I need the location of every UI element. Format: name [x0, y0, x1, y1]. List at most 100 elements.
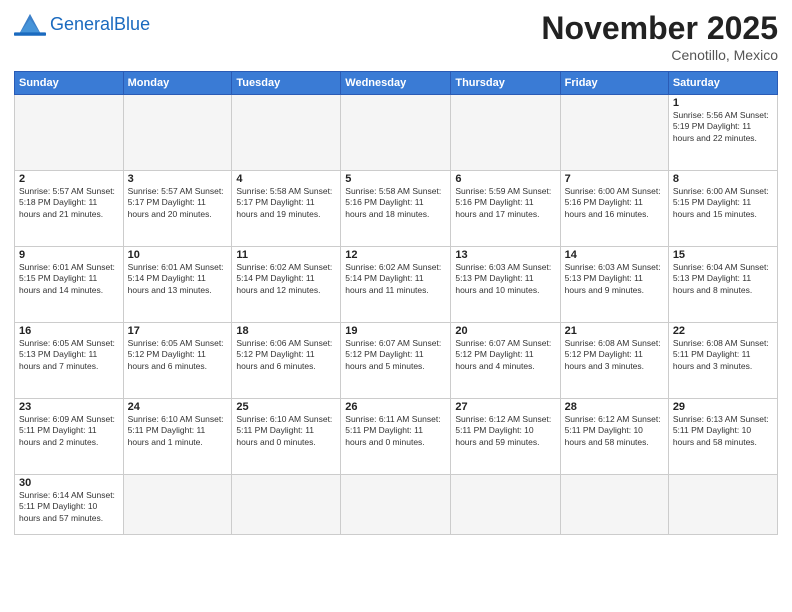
- day-info: Sunrise: 5:58 AM Sunset: 5:16 PM Dayligh…: [345, 186, 446, 220]
- month-title: November 2025: [541, 10, 778, 47]
- day-info: Sunrise: 6:12 AM Sunset: 5:11 PM Dayligh…: [565, 414, 664, 448]
- day-number: 8: [673, 173, 773, 185]
- table-cell: 29Sunrise: 6:13 AM Sunset: 5:11 PM Dayli…: [668, 399, 777, 475]
- header: GeneralBlue November 2025 Cenotillo, Mex…: [14, 10, 778, 63]
- table-cell: [123, 475, 232, 535]
- day-info: Sunrise: 6:01 AM Sunset: 5:15 PM Dayligh…: [19, 262, 119, 296]
- table-cell: 19Sunrise: 6:07 AM Sunset: 5:12 PM Dayli…: [341, 323, 451, 399]
- logo-blue: Blue: [114, 14, 150, 34]
- day-number: 15: [673, 249, 773, 261]
- table-cell: [560, 95, 668, 171]
- col-tuesday: Tuesday: [232, 72, 341, 95]
- day-number: 19: [345, 325, 446, 337]
- table-cell: [668, 475, 777, 535]
- day-info: Sunrise: 6:02 AM Sunset: 5:14 PM Dayligh…: [345, 262, 446, 296]
- day-number: 13: [455, 249, 555, 261]
- day-number: 30: [19, 477, 119, 489]
- table-cell: 27Sunrise: 6:12 AM Sunset: 5:11 PM Dayli…: [451, 399, 560, 475]
- day-info: Sunrise: 6:01 AM Sunset: 5:14 PM Dayligh…: [128, 262, 228, 296]
- day-info: Sunrise: 6:08 AM Sunset: 5:12 PM Dayligh…: [565, 338, 664, 372]
- day-number: 24: [128, 401, 228, 413]
- day-info: Sunrise: 6:02 AM Sunset: 5:14 PM Dayligh…: [236, 262, 336, 296]
- day-number: 9: [19, 249, 119, 261]
- day-info: Sunrise: 6:10 AM Sunset: 5:11 PM Dayligh…: [128, 414, 228, 448]
- col-sunday: Sunday: [15, 72, 124, 95]
- day-info: Sunrise: 6:03 AM Sunset: 5:13 PM Dayligh…: [455, 262, 555, 296]
- table-cell: [15, 95, 124, 171]
- col-thursday: Thursday: [451, 72, 560, 95]
- table-cell: 6Sunrise: 5:59 AM Sunset: 5:16 PM Daylig…: [451, 171, 560, 247]
- day-number: 22: [673, 325, 773, 337]
- table-cell: 3Sunrise: 5:57 AM Sunset: 5:17 PM Daylig…: [123, 171, 232, 247]
- col-wednesday: Wednesday: [341, 72, 451, 95]
- day-number: 1: [673, 97, 773, 109]
- table-cell: 13Sunrise: 6:03 AM Sunset: 5:13 PM Dayli…: [451, 247, 560, 323]
- table-cell: 12Sunrise: 6:02 AM Sunset: 5:14 PM Dayli…: [341, 247, 451, 323]
- day-number: 12: [345, 249, 446, 261]
- table-cell: 23Sunrise: 6:09 AM Sunset: 5:11 PM Dayli…: [15, 399, 124, 475]
- day-info: Sunrise: 6:06 AM Sunset: 5:12 PM Dayligh…: [236, 338, 336, 372]
- day-info: Sunrise: 6:07 AM Sunset: 5:12 PM Dayligh…: [345, 338, 446, 372]
- day-number: 16: [19, 325, 119, 337]
- day-info: Sunrise: 6:05 AM Sunset: 5:12 PM Dayligh…: [128, 338, 228, 372]
- day-info: Sunrise: 6:14 AM Sunset: 5:11 PM Dayligh…: [19, 490, 119, 524]
- day-number: 4: [236, 173, 336, 185]
- table-cell: [341, 95, 451, 171]
- col-friday: Friday: [560, 72, 668, 95]
- table-cell: [451, 475, 560, 535]
- table-cell: 22Sunrise: 6:08 AM Sunset: 5:11 PM Dayli…: [668, 323, 777, 399]
- table-cell: 1Sunrise: 5:56 AM Sunset: 5:19 PM Daylig…: [668, 95, 777, 171]
- day-info: Sunrise: 5:58 AM Sunset: 5:17 PM Dayligh…: [236, 186, 336, 220]
- day-number: 11: [236, 249, 336, 261]
- day-info: Sunrise: 6:10 AM Sunset: 5:11 PM Dayligh…: [236, 414, 336, 448]
- day-number: 18: [236, 325, 336, 337]
- logo-icon: [14, 10, 46, 38]
- table-cell: [232, 475, 341, 535]
- weekday-header-row: Sunday Monday Tuesday Wednesday Thursday…: [15, 72, 778, 95]
- day-number: 10: [128, 249, 228, 261]
- day-number: 7: [565, 173, 664, 185]
- day-info: Sunrise: 5:56 AM Sunset: 5:19 PM Dayligh…: [673, 110, 773, 144]
- logo-general: General: [50, 14, 114, 34]
- table-cell: 8Sunrise: 6:00 AM Sunset: 5:15 PM Daylig…: [668, 171, 777, 247]
- day-info: Sunrise: 6:13 AM Sunset: 5:11 PM Dayligh…: [673, 414, 773, 448]
- table-cell: 24Sunrise: 6:10 AM Sunset: 5:11 PM Dayli…: [123, 399, 232, 475]
- calendar: Sunday Monday Tuesday Wednesday Thursday…: [14, 71, 778, 535]
- table-cell: [232, 95, 341, 171]
- day-info: Sunrise: 5:59 AM Sunset: 5:16 PM Dayligh…: [455, 186, 555, 220]
- day-number: 29: [673, 401, 773, 413]
- day-info: Sunrise: 6:04 AM Sunset: 5:13 PM Dayligh…: [673, 262, 773, 296]
- title-block: November 2025 Cenotillo, Mexico: [541, 10, 778, 63]
- table-cell: 20Sunrise: 6:07 AM Sunset: 5:12 PM Dayli…: [451, 323, 560, 399]
- day-number: 14: [565, 249, 664, 261]
- day-info: Sunrise: 6:08 AM Sunset: 5:11 PM Dayligh…: [673, 338, 773, 372]
- page: GeneralBlue November 2025 Cenotillo, Mex…: [0, 0, 792, 612]
- table-cell: 18Sunrise: 6:06 AM Sunset: 5:12 PM Dayli…: [232, 323, 341, 399]
- table-cell: 17Sunrise: 6:05 AM Sunset: 5:12 PM Dayli…: [123, 323, 232, 399]
- col-saturday: Saturday: [668, 72, 777, 95]
- day-number: 25: [236, 401, 336, 413]
- day-info: Sunrise: 5:57 AM Sunset: 5:18 PM Dayligh…: [19, 186, 119, 220]
- day-info: Sunrise: 6:11 AM Sunset: 5:11 PM Dayligh…: [345, 414, 446, 448]
- day-number: 3: [128, 173, 228, 185]
- table-cell: [341, 475, 451, 535]
- table-cell: 7Sunrise: 6:00 AM Sunset: 5:16 PM Daylig…: [560, 171, 668, 247]
- day-number: 23: [19, 401, 119, 413]
- table-cell: 30Sunrise: 6:14 AM Sunset: 5:11 PM Dayli…: [15, 475, 124, 535]
- day-info: Sunrise: 6:09 AM Sunset: 5:11 PM Dayligh…: [19, 414, 119, 448]
- day-number: 2: [19, 173, 119, 185]
- table-cell: 4Sunrise: 5:58 AM Sunset: 5:17 PM Daylig…: [232, 171, 341, 247]
- day-info: Sunrise: 6:05 AM Sunset: 5:13 PM Dayligh…: [19, 338, 119, 372]
- table-cell: 16Sunrise: 6:05 AM Sunset: 5:13 PM Dayli…: [15, 323, 124, 399]
- day-info: Sunrise: 6:07 AM Sunset: 5:12 PM Dayligh…: [455, 338, 555, 372]
- table-cell: 14Sunrise: 6:03 AM Sunset: 5:13 PM Dayli…: [560, 247, 668, 323]
- location: Cenotillo, Mexico: [541, 47, 778, 63]
- day-number: 5: [345, 173, 446, 185]
- table-cell: 10Sunrise: 6:01 AM Sunset: 5:14 PM Dayli…: [123, 247, 232, 323]
- logo-text: GeneralBlue: [50, 14, 150, 35]
- day-number: 21: [565, 325, 664, 337]
- table-cell: [560, 475, 668, 535]
- table-cell: 11Sunrise: 6:02 AM Sunset: 5:14 PM Dayli…: [232, 247, 341, 323]
- day-number: 28: [565, 401, 664, 413]
- table-cell: 15Sunrise: 6:04 AM Sunset: 5:13 PM Dayli…: [668, 247, 777, 323]
